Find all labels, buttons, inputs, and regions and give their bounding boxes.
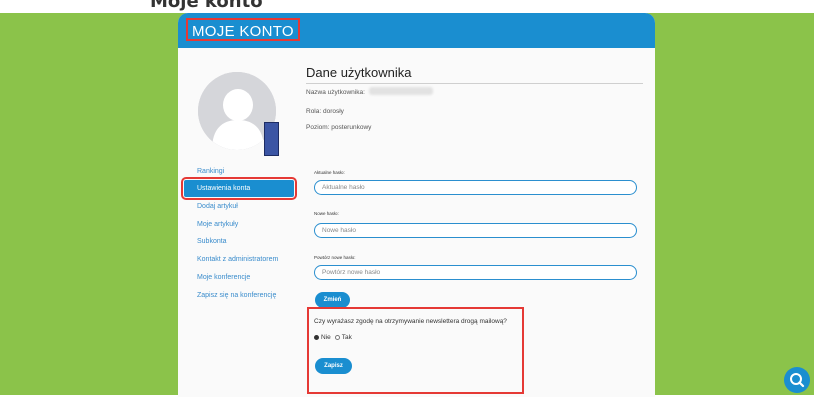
sidebar-item-zapisz-sie-na-konferencje[interactable]: Zapisz się na konferencję: [184, 289, 283, 303]
newsletter-save-button[interactable]: Zapisz: [315, 358, 352, 374]
repeat-password-label: Powtórz nowe hasło:: [314, 255, 356, 260]
sidebar-item-moje-artykuly[interactable]: Moje artykuły: [184, 218, 283, 232]
newsletter-option-yes-radio[interactable]: [334, 335, 340, 340]
section-divider: [306, 83, 643, 84]
sidebar-item-rankingi[interactable]: Rankingi: [184, 165, 283, 179]
page-heading: Moje konto: [150, 0, 263, 12]
repeat-password-input[interactable]: Powtórz nowe hasło: [314, 265, 637, 280]
card-header: MOJE KONTO: [178, 13, 655, 48]
sidebar-item-dodaj-artykul[interactable]: Dodaj artykuł: [184, 200, 283, 214]
account-card: MOJE KONTO Rankingi Ustawienia konta Dod…: [178, 13, 655, 397]
newsletter-question: Czy wyrażasz zgodę na otrzymywanie newsl…: [314, 318, 507, 325]
current-password-input[interactable]: Aktualne hasło: [314, 180, 637, 195]
newsletter-options: Nie Tak: [314, 334, 352, 341]
newsletter-option-no-radio[interactable]: [314, 335, 319, 340]
current-password-label: Aktualne hasło:: [314, 170, 345, 175]
newsletter-option-yes-label[interactable]: Tak: [342, 334, 352, 341]
username-label: Nazwa użytkownika:: [306, 89, 365, 96]
change-password-button[interactable]: Zmień: [315, 292, 350, 308]
search-button[interactable]: [784, 367, 810, 393]
newsletter-option-no-label[interactable]: Nie: [321, 334, 331, 341]
username-value-redacted: [369, 87, 433, 95]
search-icon: [790, 373, 805, 388]
avatar-arm-shape: [264, 122, 279, 156]
new-password-input[interactable]: Nowe hasło: [314, 223, 637, 238]
new-password-label: Nowe hasło:: [314, 211, 339, 216]
sidebar-item-kontakt-z-administratorem[interactable]: Kontakt z administratorem: [184, 253, 283, 267]
section-title: Dane użytkownika: [306, 65, 412, 80]
card-title: MOJE KONTO: [186, 18, 300, 41]
sidebar-item-ustawienia-konta[interactable]: Ustawienia konta: [181, 177, 297, 200]
sidebar-item-moje-konferencje[interactable]: Moje konferencje: [184, 271, 283, 285]
sidebar-item-subkonta[interactable]: Subkonta: [184, 235, 283, 249]
level-text: Poziom: posterunkowy: [306, 124, 372, 131]
top-strip: Moje konto: [0, 0, 814, 13]
role-text: Rola: dorosły: [306, 108, 344, 115]
